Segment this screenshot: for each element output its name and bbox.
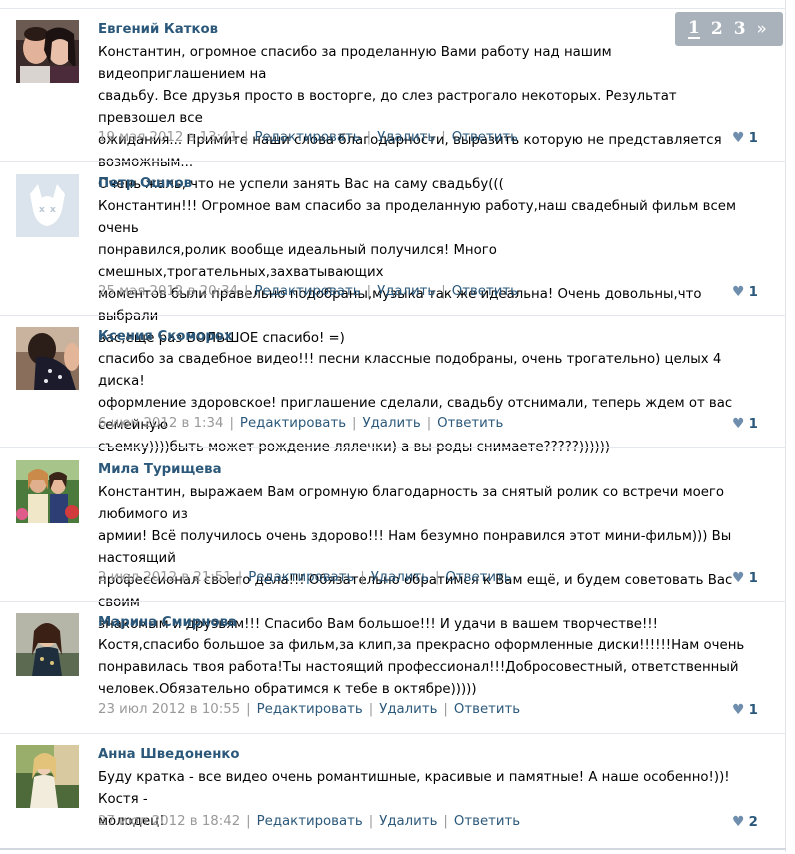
reply-link[interactable]: Ответить xyxy=(437,416,503,431)
comment-text: Константин, огромное спасибо за проделан… xyxy=(98,42,758,196)
like-button[interactable]: ♥ 1 xyxy=(732,130,758,146)
edit-link[interactable]: Редактировать xyxy=(240,416,346,431)
delete-link[interactable]: Удалить xyxy=(377,284,435,299)
svg-text:x: x xyxy=(39,205,45,215)
like-button[interactable]: ♥ 1 xyxy=(732,284,758,300)
like-count: 1 xyxy=(748,131,758,146)
comment-text: Константин!!! Огромное вам спасибо за пр… xyxy=(98,196,758,350)
like-count: 1 xyxy=(748,285,758,300)
post-divider xyxy=(0,733,786,734)
comment-meta: 27 июл 2012 в 18:42 | Редактировать | Удалит… xyxy=(98,814,521,829)
delete-link[interactable]: Удалить xyxy=(379,814,437,829)
author-name[interactable]: Ксения Скоморох xyxy=(98,329,233,344)
next-page-icon[interactable]: » xyxy=(757,19,767,39)
comment-date[interactable]: 25 мая 2012 в 20:34 xyxy=(98,284,238,299)
comment-text: спасибо за свадебное видео!!! песни клас… xyxy=(98,349,758,459)
author-name[interactable]: Мила Турищева xyxy=(98,462,222,477)
page-link-1[interactable]: 1 xyxy=(688,19,700,39)
like-count: 1 xyxy=(748,571,758,586)
comment-date[interactable]: 2 июл 2012 в 21:51 xyxy=(98,570,232,585)
comment-line: понравилась твоя работа!Ты настоящий про… xyxy=(98,660,739,675)
comment-line: Костя,спасибо большое за фильм,за клип,з… xyxy=(98,638,745,653)
post-divider xyxy=(0,601,786,602)
author-name[interactable]: Анна Шведоненко xyxy=(98,747,240,762)
post-divider xyxy=(0,447,786,448)
author-name[interactable]: Евгений Катков xyxy=(98,22,218,37)
like-button[interactable]: ♥ 2 xyxy=(732,814,758,830)
comment-date[interactable]: 23 июл 2012 в 10:55 xyxy=(98,702,240,717)
delete-link[interactable]: Удалить xyxy=(377,130,435,145)
edit-link[interactable]: Редактировать xyxy=(257,814,363,829)
delete-link[interactable]: Удалить xyxy=(371,570,429,585)
comment-line: Константин!!! Огромное вам спасибо за пр… xyxy=(98,199,736,236)
top-divider xyxy=(0,8,786,9)
comment-date[interactable]: 6 июн 2012 в 1:34 xyxy=(98,416,223,431)
like-count: 2 xyxy=(748,815,758,830)
avatar[interactable] xyxy=(16,20,79,83)
like-button[interactable]: ♥ 1 xyxy=(732,570,758,586)
avatar[interactable]: x x xyxy=(16,174,79,237)
like-button[interactable]: ♥ 1 xyxy=(732,702,758,718)
comment-line: спасибо за свадебное видео!!! песни клас… xyxy=(98,352,722,389)
avatar[interactable] xyxy=(16,327,79,390)
comment-line: Очень жаль, что не успели занять Вас на … xyxy=(98,177,504,192)
delete-link[interactable]: Удалить xyxy=(363,416,421,431)
comment-date[interactable]: 27 июл 2012 в 18:42 xyxy=(98,814,240,829)
comment-line: понравился,ролик вообще идеальный получи… xyxy=(98,243,497,280)
edit-link[interactable]: Редактировать xyxy=(257,702,363,717)
heart-icon: ♥ xyxy=(732,416,745,432)
edit-link[interactable]: Редактировать xyxy=(255,130,361,145)
comment-meta: 2 июл 2012 в 21:51 | Редактировать | Удалить… xyxy=(98,570,512,585)
reply-link[interactable]: Ответить xyxy=(445,570,511,585)
heart-icon: ♥ xyxy=(732,814,745,830)
comment-meta: 23 июл 2012 в 10:55 | Редактировать | Удалит… xyxy=(98,702,521,717)
reply-link[interactable]: Ответить xyxy=(452,284,518,299)
like-button[interactable]: ♥ 1 xyxy=(732,416,758,432)
like-count: 1 xyxy=(748,703,758,718)
edit-link[interactable]: Редактировать xyxy=(248,570,354,585)
svg-text:x: x xyxy=(50,205,56,215)
reply-link[interactable]: Ответить xyxy=(452,130,518,145)
comment-meta: 19 мая 2012 в 13:41 | Редактировать | Удалит… xyxy=(98,130,518,145)
post-divider xyxy=(0,161,786,162)
avatar[interactable] xyxy=(16,745,79,808)
bottom-divider xyxy=(0,848,786,850)
avatar[interactable] xyxy=(16,460,79,523)
comment-line: съемку))))быть может рождение лялечки) а… xyxy=(98,440,610,455)
comment-text: Константин, выражаем Вам огромную благод… xyxy=(98,482,758,636)
heart-icon: ♥ xyxy=(732,284,745,300)
comment-line: свадьбу. Все друзья просто в восторге, д… xyxy=(98,89,677,126)
heart-icon: ♥ xyxy=(732,702,745,718)
reply-link[interactable]: Ответить xyxy=(454,702,520,717)
heart-icon: ♥ xyxy=(732,570,745,586)
edit-link[interactable]: Редактировать xyxy=(255,284,361,299)
pagination: 1 2 3 » xyxy=(675,12,783,46)
comment-line: армии! Всё получилось очень здорово!!! Н… xyxy=(98,529,732,566)
comment-date[interactable]: 19 мая 2012 в 13:41 xyxy=(98,130,238,145)
avatar[interactable] xyxy=(16,613,79,676)
page-link-3[interactable]: 3 xyxy=(734,19,746,39)
comment-line: Константин, огромное спасибо за проделан… xyxy=(98,45,612,82)
page-link-2[interactable]: 2 xyxy=(711,19,723,39)
reply-link[interactable]: Ответить xyxy=(454,814,520,829)
author-name[interactable]: Петр Ошков xyxy=(98,176,192,191)
comment-meta: 6 июн 2012 в 1:34 | Редактировать | Удалить |… xyxy=(98,416,504,431)
author-name[interactable]: Марина Смирнова xyxy=(98,615,237,630)
comment-line: Константин, выражаем Вам огромную благод… xyxy=(98,485,725,522)
heart-icon: ♥ xyxy=(732,130,745,146)
comment-meta: 25 мая 2012 в 20:34 | Редактировать | Удалит… xyxy=(98,284,518,299)
comment-text: Костя,спасибо большое за фильм,за клип,з… xyxy=(98,635,758,701)
delete-link[interactable]: Удалить xyxy=(379,702,437,717)
like-count: 1 xyxy=(748,417,758,432)
comment-line: человек.Обязательно обратимся к тебе в о… xyxy=(98,682,477,697)
post-divider xyxy=(0,315,786,316)
comment-line: Буду кратка - все видео очень романтишны… xyxy=(98,770,730,807)
